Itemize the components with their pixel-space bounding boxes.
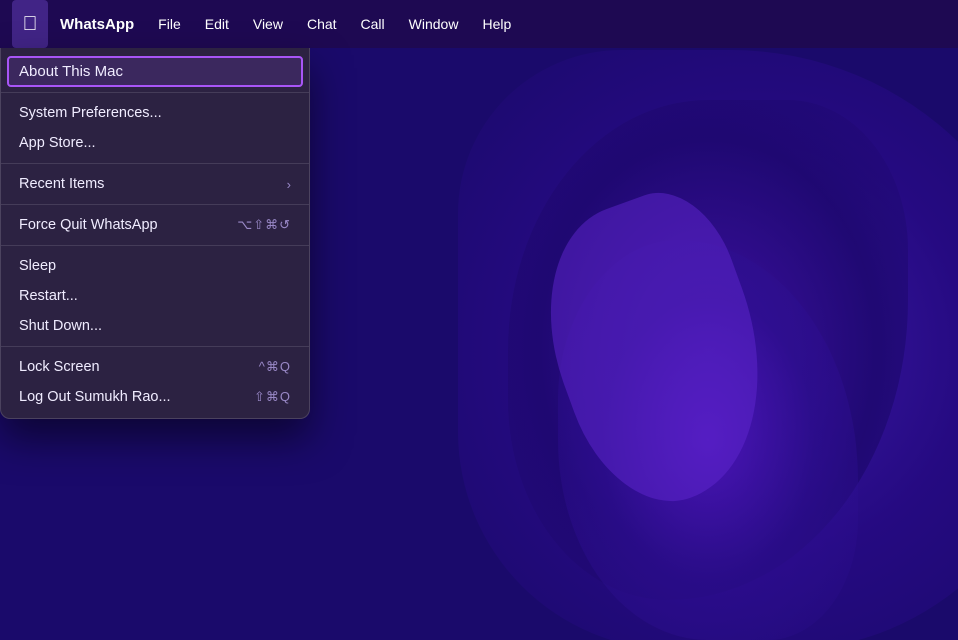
separator-1 xyxy=(1,92,309,93)
menu-item-restart[interactable]: Restart... xyxy=(1,281,309,311)
separator-4 xyxy=(1,245,309,246)
apple-menu-button[interactable]:  xyxy=(12,0,48,48)
menu-item-force-quit[interactable]: Force Quit WhatsApp ⌥⇧⌘↺ xyxy=(1,210,309,240)
lock-screen-shortcut: ^⌘Q xyxy=(259,359,291,375)
menubar-call[interactable]: Call xyxy=(349,0,397,48)
menubar-help[interactable]: Help xyxy=(470,0,523,48)
menubar-window[interactable]: Window xyxy=(397,0,471,48)
menu-item-log-out[interactable]: Log Out Sumukh Rao... ⇧⌘Q xyxy=(1,382,309,412)
menubar-file[interactable]: File xyxy=(146,0,193,48)
menu-item-recent-items[interactable]: Recent Items › xyxy=(1,169,309,199)
menubar-view[interactable]: View xyxy=(241,0,295,48)
menu-item-shut-down[interactable]: Shut Down... xyxy=(1,311,309,341)
chevron-right-icon: › xyxy=(287,177,291,192)
log-out-shortcut: ⇧⌘Q xyxy=(254,389,291,405)
apple-dropdown-menu: About This Mac System Preferences... App… xyxy=(0,48,310,419)
apple-icon:  xyxy=(23,13,38,36)
menubar-items: WhatsApp File Edit View Chat Call Window… xyxy=(48,0,523,48)
force-quit-shortcut: ⌥⇧⌘↺ xyxy=(237,217,291,233)
menu-item-app-store[interactable]: App Store... xyxy=(1,128,309,158)
menubar-edit[interactable]: Edit xyxy=(193,0,241,48)
separator-5 xyxy=(1,346,309,347)
menubar:  WhatsApp File Edit View Chat Call Wind… xyxy=(0,0,958,48)
menu-item-about[interactable]: About This Mac xyxy=(7,56,303,87)
menubar-chat[interactable]: Chat xyxy=(295,0,349,48)
menu-item-lock-screen[interactable]: Lock Screen ^⌘Q xyxy=(1,352,309,382)
menu-item-system-prefs[interactable]: System Preferences... xyxy=(1,98,309,128)
separator-3 xyxy=(1,204,309,205)
menubar-whatsapp[interactable]: WhatsApp xyxy=(48,0,146,48)
menu-item-sleep[interactable]: Sleep xyxy=(1,251,309,281)
separator-2 xyxy=(1,163,309,164)
